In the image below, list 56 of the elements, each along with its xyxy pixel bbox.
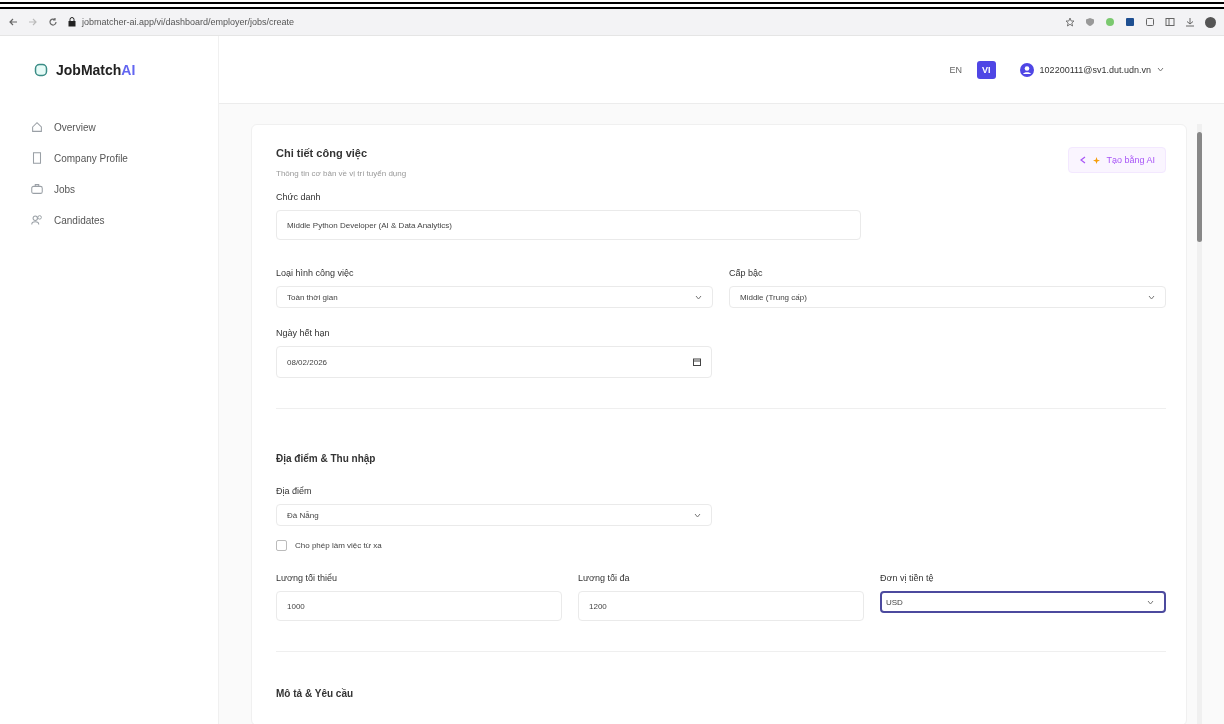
caret-icon [695,294,702,300]
section-subtitle: Thông tin cơ bản về vị trí tuyển dụng [276,169,407,178]
select-field[interactable]: Toàn thời gian [276,286,713,308]
sidebar-item[interactable]: Overview [26,118,100,136]
user-email[interactable]: 102200111@sv1.dut.udn.vn [1039,64,1151,75]
number-field[interactable]: 1200 [578,591,864,621]
sidebar-item[interactable]: Candidates [26,211,109,229]
language-toggle[interactable]: VI [977,60,996,79]
briefcase-icon [30,182,44,196]
number-field[interactable]: 1000 [276,591,562,621]
select-field[interactable]: Middle (Trung cấp) [729,286,1166,308]
date-field[interactable]: 08/02/2026 [276,346,712,378]
star-icon[interactable] [1065,17,1075,27]
building-icon [30,151,44,165]
home-icon [30,120,44,134]
logo-text: JobMatchAI [56,62,136,78]
caret-icon [1157,67,1164,72]
lock-icon [68,17,76,27]
section-title: Địa điểm & Thu nhập [276,453,377,464]
avatar-icon[interactable] [1205,16,1216,28]
back-icon[interactable] [8,17,18,27]
download-icon[interactable] [1185,17,1195,27]
field-label: Ngày hết hạn [276,328,331,338]
scrollbar-thumb[interactable] [1197,132,1202,242]
field-label: Chức danh [276,192,322,202]
users-icon [30,213,44,227]
user-icon[interactable] [1019,62,1034,77]
caret-icon [694,512,701,518]
reload-icon[interactable] [48,17,58,27]
language-toggle[interactable]: EN [944,60,968,79]
sidebar-icon[interactable] [1165,17,1175,27]
caret-icon [1147,599,1154,605]
sidebar-item[interactable]: Company Profile [26,149,132,167]
caret-icon [1148,294,1155,300]
field-label: Đơn vị tiền tệ [880,573,935,583]
text-field[interactable]: Middle Python Developer (AI & Data Analytics) [276,210,861,240]
checkbox-label: Cho phép làm việc từ xa [295,541,382,550]
sparkle-icon [1093,156,1101,164]
field-label: Lương tối thiểu [276,573,338,583]
checkbox[interactable] [276,540,287,551]
select-field[interactable]: USD [880,591,1166,613]
calendar-icon [693,358,701,366]
field-label: Lương tối đa [578,573,631,583]
tab-icon[interactable] [1145,17,1155,27]
field-label: Loại hình công việc [276,268,355,278]
sidebar-item[interactable]: Jobs [26,180,80,198]
section-title: Chi tiết công việc [276,147,369,159]
logo-icon [34,63,48,77]
field-label: Địa điểm [276,486,313,496]
shield-icon[interactable] [1085,17,1095,27]
section-title: Mô tả & Yêu cầu [276,688,355,699]
url-field[interactable]: jobmatcher-ai.app/vi/dashboard/employer/jobs/create [82,17,295,27]
share-icon [1079,156,1088,164]
select-field[interactable]: Đà Nẵng [276,504,712,526]
ai-generate-button[interactable]: Tạo bằng AI [1068,147,1166,173]
field-label: Cấp bậc [729,268,764,278]
